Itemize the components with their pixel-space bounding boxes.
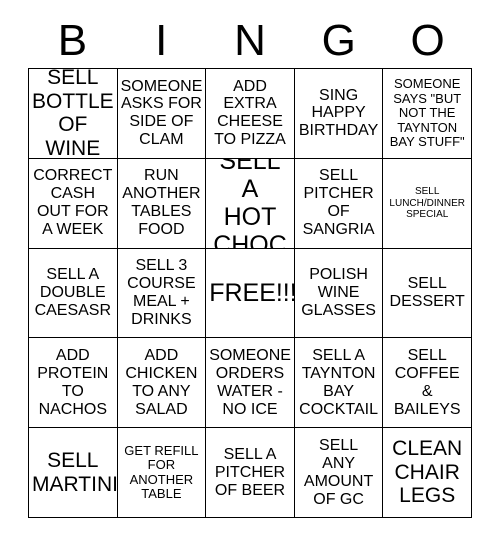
bingo-cell-label: SELL A HOT CHOC	[213, 158, 287, 249]
bingo-card: B I N G O SELL BOTTLE OF WINE SOMEONE AS…	[0, 0, 500, 544]
bingo-cell[interactable]: CLEAN CHAIR LEGS	[383, 428, 472, 518]
bingo-cell[interactable]: SOMEONE SAYS "BUT NOT THE TAYNTON BAY ST…	[383, 69, 472, 159]
bingo-cell-label: GET REFILL FOR ANOTHER TABLE	[124, 442, 199, 502]
bingo-cell-label: ADD CHICKEN TO ANY SALAD	[125, 346, 198, 418]
bingo-cell-label: SING HAPPY BIRTHDAY	[298, 86, 379, 140]
bingo-cell-label: CORRECT CASH OUT FOR A WEEK	[33, 167, 113, 239]
bingo-cell-label: FREE!!!	[209, 278, 295, 307]
bingo-cell[interactable]: SELL ANY AMOUNT OF GC	[294, 428, 384, 518]
bingo-header-letter-i: I	[155, 16, 168, 65]
bingo-cell[interactable]: SELL PITCHER OF SANGRIA	[294, 158, 384, 249]
bingo-cell[interactable]: SOMEONE ASKS FOR SIDE OF CLAM	[117, 69, 207, 159]
bingo-cell[interactable]: SELL A TAYNTON BAY COCKTAIL	[294, 338, 384, 429]
bingo-cell-label: SELL PITCHER OF SANGRIA	[302, 167, 375, 239]
bingo-header-row: B I N G O	[28, 14, 472, 68]
bingo-cell-label: SELL A DOUBLE CAESASR	[34, 266, 112, 319]
bingo-cell[interactable]: SELL DESSERT	[383, 248, 472, 339]
bingo-cell[interactable]: SOMEONE ORDERS WATER - NO ICE	[206, 338, 295, 429]
bingo-cell-label: SELL DESSERT	[389, 275, 465, 310]
bingo-cell-label: SELL LUNCH/DINNER SPECIAL	[389, 186, 465, 220]
bingo-cell-label: POLISH WINE GLASSES	[301, 266, 376, 319]
bingo-cell-free[interactable]: FREE!!!	[206, 248, 295, 339]
bingo-cell-label: SELL 3 COURSE MEAL + DRINKS	[127, 257, 196, 328]
bingo-cell[interactable]: SELL COFFEE & BAILEYS	[383, 338, 472, 429]
bingo-header-letter-b: B	[57, 16, 88, 65]
bingo-cell[interactable]: RUN ANOTHER TABLES FOOD	[117, 158, 207, 249]
bingo-cell-label: SOMEONE SAYS "BUT NOT THE TAYNTON BAY ST…	[389, 76, 465, 150]
bingo-cell[interactable]: GET REFILL FOR ANOTHER TABLE	[117, 428, 207, 518]
bingo-cell-label: SELL ANY AMOUNT OF GC	[303, 436, 374, 508]
bingo-cell-label: SELL A PITCHER OF BEER	[214, 445, 286, 499]
bingo-cell[interactable]: SELL A HOT CHOC	[206, 158, 295, 249]
bingo-header-letter-g: G	[321, 16, 356, 65]
bingo-cell-label: SOMEONE ORDERS WATER - NO ICE	[209, 346, 291, 418]
bingo-cell-label: SELL BOTTLE OF WINE	[32, 69, 114, 159]
bingo-header-letter-o: O	[410, 16, 445, 65]
bingo-cell-label: RUN ANOTHER TABLES FOOD	[122, 167, 201, 239]
bingo-cell[interactable]: SELL MARTINI	[29, 428, 118, 518]
bingo-cell[interactable]: SELL 3 COURSE MEAL + DRINKS	[117, 248, 207, 339]
bingo-cell-label: SOMEONE ASKS FOR SIDE OF CLAM	[120, 77, 203, 149]
bingo-cell-label: ADD PROTEIN TO NACHOS	[37, 346, 109, 418]
bingo-cell[interactable]: SELL BOTTLE OF WINE	[29, 69, 118, 159]
bingo-cell-label: SELL COFFEE & BAILEYS	[393, 346, 461, 418]
bingo-cell[interactable]: SELL A PITCHER OF BEER	[206, 428, 295, 518]
bingo-cell[interactable]: ADD CHICKEN TO ANY SALAD	[117, 338, 207, 429]
bingo-cell[interactable]: CORRECT CASH OUT FOR A WEEK	[29, 158, 118, 249]
bingo-cell-label: CLEAN CHAIR LEGS	[392, 437, 463, 508]
bingo-cell[interactable]: ADD PROTEIN TO NACHOS	[29, 338, 118, 429]
bingo-header-letter-n: N	[234, 16, 266, 65]
bingo-grid: SELL BOTTLE OF WINE SOMEONE ASKS FOR SID…	[28, 68, 472, 518]
bingo-cell-label: SELL A TAYNTON BAY COCKTAIL	[299, 346, 378, 418]
bingo-cell[interactable]: SELL A DOUBLE CAESASR	[29, 248, 118, 339]
bingo-cell-label: SELL MARTINI	[32, 449, 118, 496]
bingo-cell[interactable]: POLISH WINE GLASSES	[294, 248, 384, 339]
bingo-cell-label: ADD EXTRA CHEESE TO PIZZA	[214, 77, 286, 149]
bingo-cell[interactable]: SING HAPPY BIRTHDAY	[294, 69, 384, 159]
bingo-cell[interactable]: SELL LUNCH/DINNER SPECIAL	[383, 158, 472, 249]
bingo-cell[interactable]: ADD EXTRA CHEESE TO PIZZA	[206, 69, 295, 159]
